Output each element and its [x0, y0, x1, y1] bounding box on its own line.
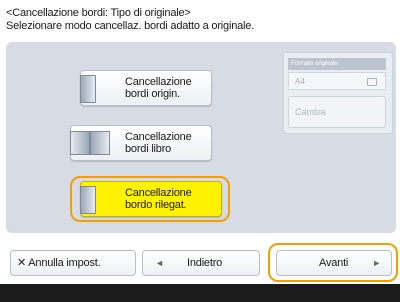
arrow-right-icon: ►: [372, 258, 381, 268]
screen-header: <Cancellazione bordi: Tipo di originale>…: [6, 7, 396, 33]
bottom-status-bar: [0, 284, 400, 302]
option-label-line2: bordi origin.: [125, 88, 180, 100]
change-size-button[interactable]: Cambia: [288, 96, 386, 128]
screen-instruction: Selezionare modo cancellaz. bordi adatto…: [6, 20, 255, 32]
original-size-value: A4: [295, 77, 305, 86]
cancel-settings-label: Annulla impost.: [28, 257, 101, 269]
original-size-field: A4: [288, 72, 386, 90]
option-label-line2: bordi libro: [125, 143, 172, 155]
arrow-left-icon: ◄: [155, 258, 164, 268]
option-label-line2: bordo rilegat.: [125, 199, 187, 211]
original-size-title: Formato originale: [288, 58, 386, 70]
next-label: Avanti: [319, 257, 349, 269]
option-original-edge-erase-button[interactable]: Cancellazione bordi origin.: [80, 70, 212, 106]
page-orientation-icon: [367, 78, 377, 86]
option-binding-edge-erase-button[interactable]: Cancellazione bordo rilegat.: [80, 181, 222, 217]
single-page-document-icon: [80, 75, 96, 103]
option-label-line1: Cancellazione: [125, 76, 192, 88]
option-book-edge-erase[interactable]: Cancellazione bordi libro: [70, 125, 212, 161]
cancel-settings-button[interactable]: ✕ Annulla impost.: [10, 250, 136, 276]
option-label-line1: Cancellazione: [125, 131, 192, 143]
next-button[interactable]: Avanti ►: [276, 250, 392, 276]
option-binding-edge-erase[interactable]: Cancellazione bordo rilegat.: [80, 181, 222, 217]
back-label: Indietro: [187, 257, 223, 269]
option-original-edge-erase[interactable]: Cancellazione bordi origin.: [80, 70, 212, 106]
back-button[interactable]: ◄ Indietro: [142, 250, 260, 276]
binding-document-icon: [80, 186, 96, 214]
open-book-icon: [70, 131, 110, 155]
option-label-line1: Cancellazione: [125, 187, 192, 199]
screen-title: <Cancellazione bordi: Tipo di originale>: [6, 7, 191, 19]
close-icon: ✕: [17, 257, 27, 269]
